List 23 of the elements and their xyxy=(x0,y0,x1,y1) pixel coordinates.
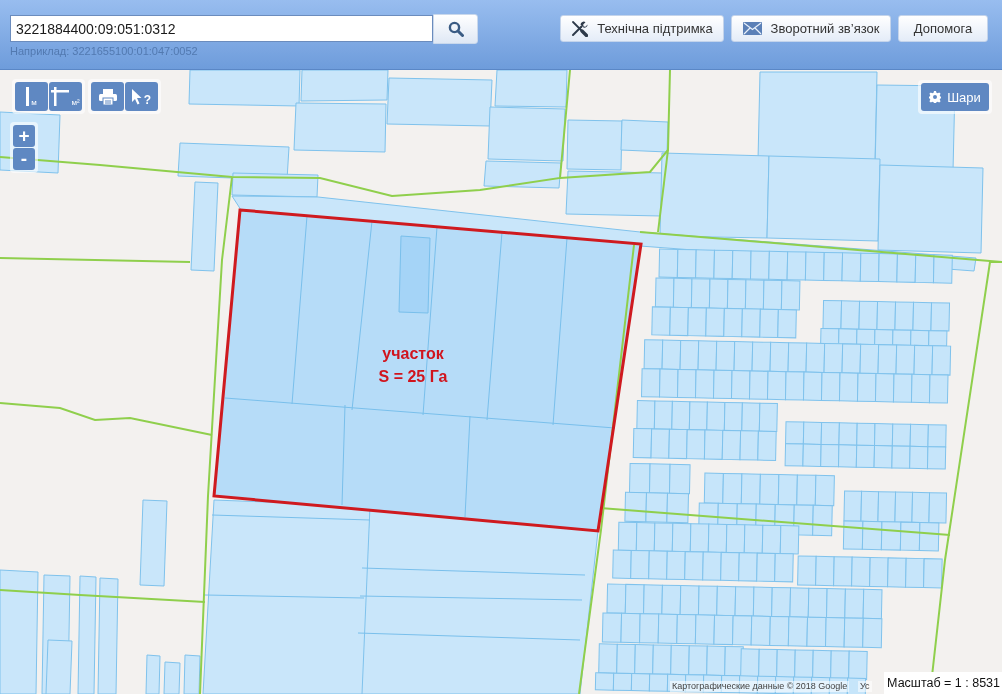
support-button[interactable]: Технічна підтримка xyxy=(560,15,724,42)
printer-icon xyxy=(98,88,117,105)
distance-button[interactable]: м xyxy=(15,82,48,111)
search-field[interactable]: 3221884400:09:051:0312 xyxy=(10,15,433,42)
search-button[interactable] xyxy=(433,14,478,44)
info-button[interactable]: ? xyxy=(125,82,158,111)
plot-label: участок S = 25 Га xyxy=(377,344,449,387)
gear-icon xyxy=(929,91,942,103)
map-scale: Масштаб = 1 : 8531 xyxy=(884,672,1002,694)
zoom-out-button[interactable]: - xyxy=(13,148,35,170)
map-attribution: Картографические данные © 2018 Google xyxy=(670,681,850,692)
zoom-in-button[interactable]: + xyxy=(13,125,35,147)
t-shape-icon xyxy=(51,87,70,106)
print-button[interactable] xyxy=(91,82,124,111)
envelope-icon xyxy=(742,22,762,35)
area-button[interactable]: м² xyxy=(49,82,82,111)
feedback-button[interactable]: Зворотний зв’язок xyxy=(731,15,891,42)
search-icon xyxy=(447,21,464,37)
tools-icon xyxy=(571,20,589,37)
vertical-line-icon xyxy=(26,87,30,106)
layers-button[interactable]: Шари xyxy=(921,83,989,111)
cursor-icon xyxy=(131,88,142,105)
help-button[interactable]: Допомога xyxy=(898,15,988,42)
